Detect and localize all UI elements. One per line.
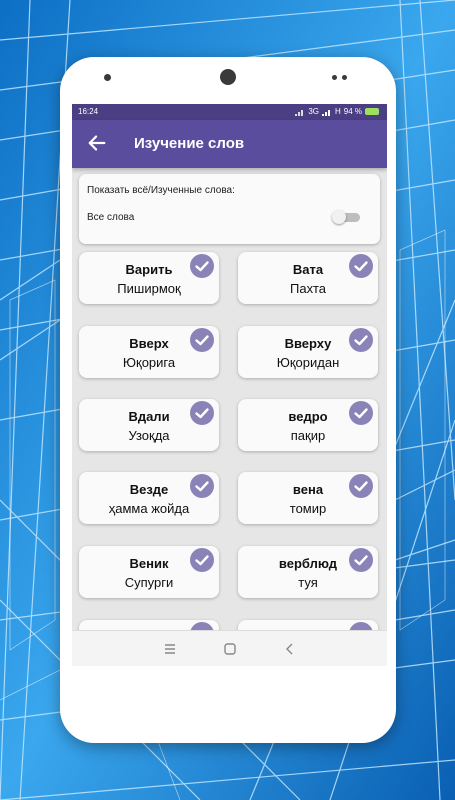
battery-icon [365, 108, 379, 115]
check-circle-icon[interactable] [349, 548, 373, 572]
word-card[interactable]: Варить Пишир­моқ [79, 252, 219, 304]
check-circle-icon[interactable] [190, 474, 214, 498]
check-circle-icon[interactable] [190, 328, 214, 352]
network-type: H [334, 107, 341, 116]
network-type: 3G [308, 107, 319, 116]
sensor-dot-icon [342, 75, 347, 80]
word-translation: Пахта [290, 281, 326, 296]
arrow-left-icon[interactable] [86, 132, 108, 154]
home-square-icon[interactable] [222, 641, 238, 657]
word-translation: Юқоридан [276, 355, 340, 370]
filter-card: Показать всё/Изученные слова: Все слова [79, 174, 380, 244]
word-translation: пақир [290, 428, 326, 443]
check-circle-icon[interactable] [349, 401, 373, 425]
word-card[interactable]: вена томир [238, 472, 378, 524]
word-translation: Узоқда [128, 428, 170, 443]
word-translation: томир [289, 501, 327, 516]
signal-icon [321, 109, 330, 116]
sensor-dot-icon [332, 75, 337, 80]
status-bar: 16:24 3G H 94 % [72, 104, 387, 120]
page-title: Изучение слов [134, 135, 245, 152]
check-circle-icon[interactable] [190, 548, 214, 572]
word-translation: ҳамма жойда [108, 501, 190, 516]
word-translation: Юқорига [122, 355, 176, 370]
check-circle-icon[interactable] [190, 401, 214, 425]
word-translation: туя [298, 575, 318, 590]
word-translation: Пишир­моқ [117, 281, 181, 296]
menu-icon[interactable] [162, 641, 178, 657]
word-card[interactable]: Вверх Юқорига [79, 326, 219, 378]
word-card[interactable]: Вдали Узоқда [79, 399, 219, 451]
speaker-dot-icon [104, 74, 111, 81]
check-circle-icon[interactable] [349, 474, 373, 498]
word-card[interactable]: верблюд туя [238, 546, 378, 598]
camera-icon [220, 69, 236, 85]
check-circle-icon[interactable] [190, 254, 214, 278]
word-card[interactable]: Везде ҳамма жойда [79, 472, 219, 524]
word-card[interactable]: ведро пақир [238, 399, 378, 451]
battery-percent: 94 % [343, 107, 362, 116]
signal-icon [295, 109, 304, 116]
learned-toggle-switch[interactable] [332, 210, 362, 224]
status-time: 16:24 [78, 107, 99, 116]
check-circle-icon[interactable] [349, 328, 373, 352]
app-bar: Изучение слов [72, 120, 387, 168]
word-card[interactable]: Веник Супурги [79, 546, 219, 598]
word-card[interactable]: Вверху Юқоридан [238, 326, 378, 378]
filter-value: Все слова [87, 212, 135, 223]
filter-label: Показать всё/Изученные слова: [87, 185, 235, 196]
check-circle-icon[interactable] [349, 254, 373, 278]
word-card[interactable]: Вата Пахта [238, 252, 378, 304]
word-translation: Супурги [124, 575, 174, 590]
app-screen: 16:24 3G H 94 % Изучение слов Показать в… [72, 104, 387, 666]
back-chevron-icon[interactable] [282, 641, 298, 657]
system-nav-bar [72, 630, 387, 666]
